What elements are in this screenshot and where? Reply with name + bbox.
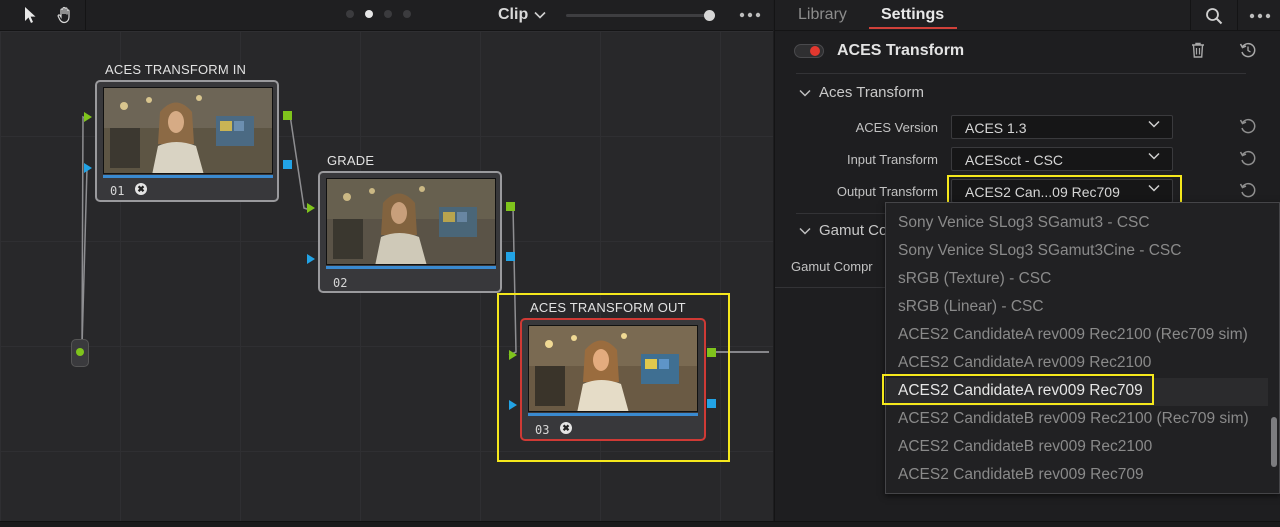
section-title: Aces Transform xyxy=(819,84,925,101)
output-transform-dropdown[interactable]: ACES2 Can...09 Rec709 xyxy=(951,179,1173,203)
menu-item[interactable]: ACES2 CandidateA rev009 Rec2100 (Rec709 … xyxy=(886,322,1268,350)
node-rgb-output-port[interactable] xyxy=(506,202,515,211)
node-alpha-output-port[interactable] xyxy=(707,399,716,408)
node-thumbnail xyxy=(326,178,496,265)
toggle-knob xyxy=(810,46,820,56)
menu-item[interactable]: ACES2 CandidateB rev009 Rec2100 xyxy=(886,434,1268,462)
aces-version-label: ACES Version xyxy=(855,120,938,135)
search-icon[interactable] xyxy=(1190,0,1236,31)
dropdown-value: ACES2 Can...09 Rec709 xyxy=(965,184,1120,200)
node-grade[interactable]: 02 xyxy=(318,171,502,293)
node-title: GRADE xyxy=(327,153,375,168)
effect-title: ACES Transform xyxy=(837,42,965,59)
reset-icon[interactable] xyxy=(1237,40,1259,60)
section-divider xyxy=(775,287,886,288)
inspector-tab-bar: Library Settings xyxy=(775,0,1280,31)
chevron-down-icon xyxy=(799,227,811,235)
source-input-node[interactable] xyxy=(71,339,89,367)
node-number: 02 xyxy=(333,276,348,290)
tab-settings[interactable]: Settings xyxy=(881,6,944,24)
section-divider xyxy=(796,73,1246,74)
ellipsis-icon[interactable] xyxy=(1237,0,1280,31)
bottom-edge xyxy=(0,521,1280,527)
chevron-down-icon xyxy=(1148,152,1160,160)
node-aces-transform-out[interactable]: 03 ✖ xyxy=(520,318,706,441)
dropdown-value: ACEScct - CSC xyxy=(965,152,1064,168)
menu-item[interactable]: ACES2 CandidateB rev009 Rec709 xyxy=(886,462,1268,490)
effect-enable-toggle[interactable] xyxy=(794,44,824,58)
gamut-compress-label: Gamut Compr xyxy=(791,259,873,274)
chevron-down-icon xyxy=(1148,184,1160,192)
node-progress-bar xyxy=(326,266,496,269)
menu-item[interactable]: ACES2 CandidateA rev009 Rec2100 xyxy=(886,350,1268,378)
trash-icon[interactable] xyxy=(1188,40,1208,60)
node-alpha-input-port[interactable] xyxy=(84,163,92,173)
node-rgb-input-port[interactable] xyxy=(307,203,315,213)
output-transform-menu: Sony Venice SLog3 SGamut3 - CSC Sony Ven… xyxy=(885,202,1280,494)
node-alpha-output-port[interactable] xyxy=(283,160,292,169)
menu-item[interactable]: ACES2 CandidateB rev009 Rec2100 (Rec709 … xyxy=(886,406,1268,434)
node-alpha-input-port[interactable] xyxy=(307,254,315,264)
menu-item[interactable]: sRGB (Texture) - CSC xyxy=(886,266,1268,294)
node-rgb-input-port[interactable] xyxy=(84,112,92,122)
node-rgb-output-port[interactable] xyxy=(283,111,292,120)
dropdown-value: ACES 1.3 xyxy=(965,120,1027,136)
node-number: 01 xyxy=(110,184,125,198)
source-output-dot xyxy=(76,348,84,356)
node-thumbnail xyxy=(528,325,698,412)
menu-item[interactable]: Sony Venice SLog3 SGamut3Cine - CSC xyxy=(886,238,1268,266)
active-tab-indicator xyxy=(869,27,957,29)
input-transform-dropdown[interactable]: ACEScct - CSC xyxy=(951,147,1173,171)
section-aces-transform[interactable]: Aces Transform xyxy=(799,84,924,101)
node-progress-bar xyxy=(528,413,698,416)
aces-version-dropdown[interactable]: ACES 1.3 xyxy=(951,115,1173,139)
menu-item[interactable]: sRGB (Linear) - CSC xyxy=(886,294,1268,322)
node-rgb-output-port[interactable] xyxy=(707,348,716,357)
section-gamut-compress[interactable]: Gamut Co xyxy=(799,222,887,239)
output-transform-label: Output Transform xyxy=(836,184,938,199)
node-editor-panel: Clip ACES TRANSFORM IN 01 ✖ GRADE 02 ACE… xyxy=(0,0,773,527)
reset-icon[interactable] xyxy=(1237,116,1259,136)
node-aces-transform-in[interactable]: 01 ✖ xyxy=(95,80,279,202)
section-title: Gamut Co xyxy=(819,222,888,239)
node-alpha-output-port[interactable] xyxy=(506,252,515,261)
fx-badge-icon: ✖ xyxy=(560,422,572,434)
fx-badge-icon: ✖ xyxy=(135,183,147,195)
reset-icon[interactable] xyxy=(1237,148,1259,168)
node-alpha-input-port[interactable] xyxy=(509,400,517,410)
input-transform-label: Input Transform xyxy=(846,152,938,167)
menu-scrollbar[interactable] xyxy=(1271,417,1277,467)
menu-item-selected[interactable]: ACES2 CandidateA rev009 Rec709 xyxy=(886,378,1268,406)
tab-library[interactable]: Library xyxy=(798,6,847,24)
node-progress-bar xyxy=(103,175,273,178)
node-title: ACES TRANSFORM IN xyxy=(105,62,247,77)
node-thumbnail xyxy=(103,87,273,174)
chevron-down-icon xyxy=(1148,120,1160,128)
reset-icon[interactable] xyxy=(1237,180,1259,200)
chevron-down-icon xyxy=(799,89,811,97)
node-title: ACES TRANSFORM OUT xyxy=(530,300,686,315)
menu-item[interactable]: Sony Venice SLog3 SGamut3 - CSC xyxy=(886,210,1268,238)
node-number: 03 xyxy=(535,423,550,437)
node-rgb-input-port[interactable] xyxy=(509,350,517,360)
